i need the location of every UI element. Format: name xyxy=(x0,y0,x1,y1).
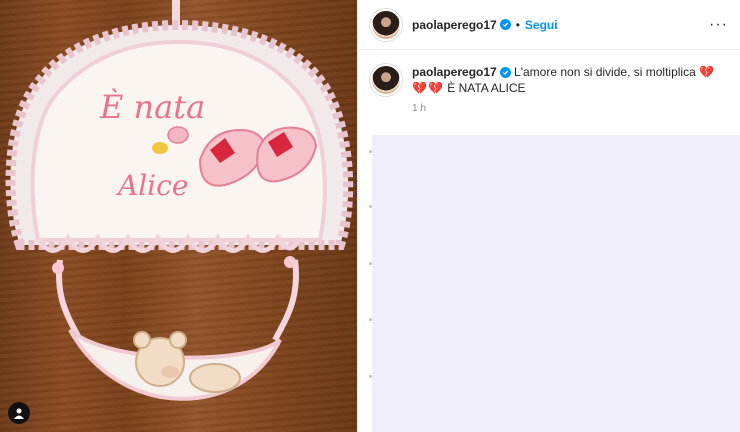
caption-body: paolaperego17 L'amore non si divide, si … xyxy=(412,64,728,96)
photo-illustration: È nata Alice xyxy=(5,0,354,401)
follow-button[interactable]: Segui xyxy=(525,18,558,32)
post-header: paolaperego17 • Segui ··· xyxy=(358,0,740,50)
caption-text: L'amore non si divide, si moltiplica xyxy=(514,65,696,79)
separator-dot: • xyxy=(515,17,520,32)
embroidery-text-line2: Alice xyxy=(115,169,188,202)
post-timestamp[interactable]: 1 h xyxy=(412,103,740,114)
post-side-panel: paolaperego17 • Segui ··· paolaperego17 … xyxy=(357,0,740,432)
header-username[interactable]: paolaperego17 xyxy=(412,18,497,32)
caption-username[interactable]: paolaperego17 xyxy=(412,65,497,79)
caption-text-end: È NATA ALICE xyxy=(447,81,526,95)
caption: paolaperego17 L'amore non si divide, si … xyxy=(358,50,740,96)
caption-avatar[interactable] xyxy=(370,64,402,96)
user-icon xyxy=(14,408,24,419)
caption-verified-badge-icon xyxy=(499,67,511,79)
embroidery-text-line1: È nata xyxy=(99,88,205,126)
avatar[interactable] xyxy=(370,8,402,41)
comments-placeholder xyxy=(372,135,740,432)
user-tag-button[interactable] xyxy=(8,402,30,424)
more-options-icon[interactable]: ··· xyxy=(709,16,728,33)
verified-badge-icon xyxy=(499,19,511,30)
post-photo[interactable]: È nata Alice xyxy=(0,0,357,432)
